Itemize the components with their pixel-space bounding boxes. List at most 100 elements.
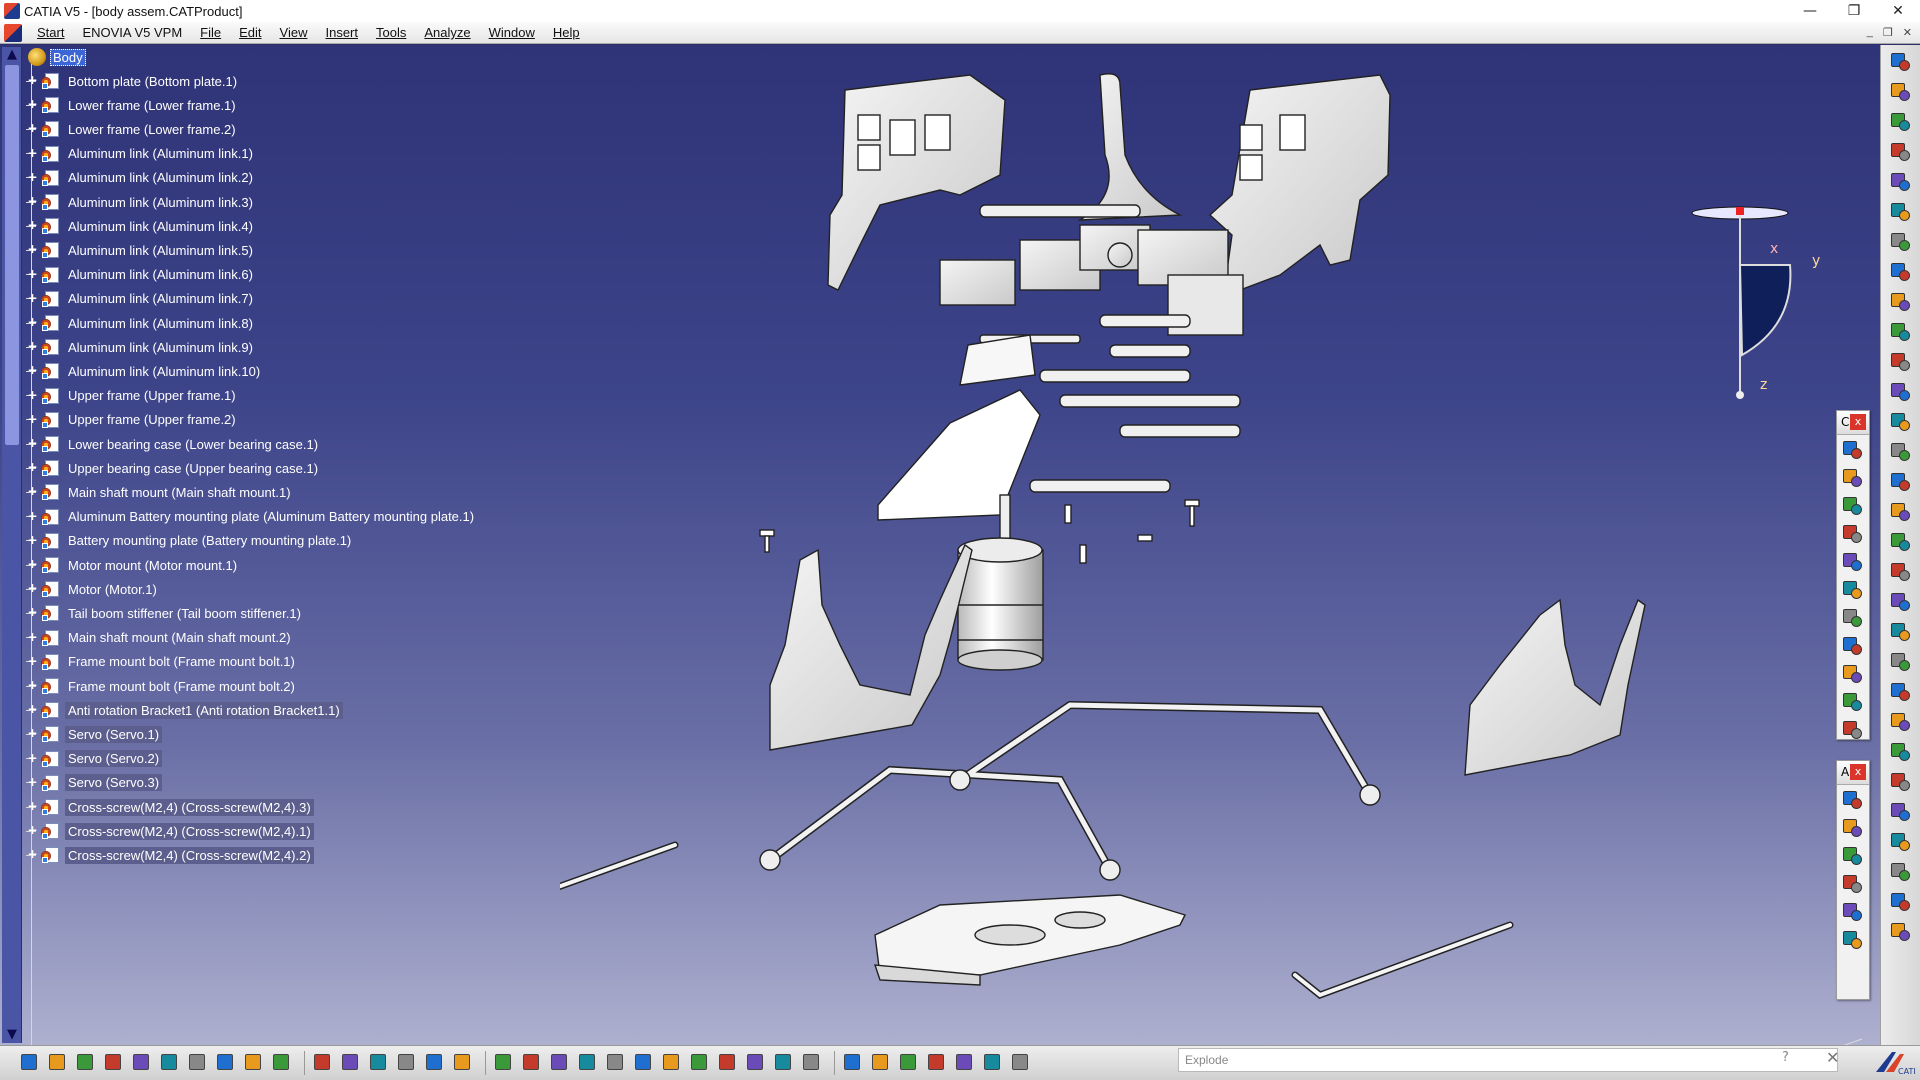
tree-node-label[interactable]: Upper frame (Upper frame.2) <box>65 411 239 428</box>
tree-view-icon[interactable] <box>423 1051 447 1075</box>
pen-icon[interactable] <box>953 1051 977 1075</box>
expand-plus-icon[interactable]: + <box>27 340 38 352</box>
shield-icon[interactable] <box>1840 899 1866 925</box>
angle-icon[interactable] <box>1888 289 1914 315</box>
expand-plus-icon[interactable]: + <box>27 171 38 183</box>
speech-icon[interactable] <box>339 1051 363 1075</box>
tree-node-label[interactable]: Aluminum link (Aluminum link.4) <box>65 218 256 235</box>
expand-plus-icon[interactable]: + <box>27 558 38 570</box>
tree-node-label[interactable]: Servo (Servo.3) <box>65 774 163 792</box>
chain-icon[interactable] <box>1840 633 1866 659</box>
tree-node[interactable]: + Battery mounting plate (Battery mountin… <box>26 530 354 552</box>
tree-root[interactable]: Body <box>28 48 86 66</box>
tree-node[interactable]: + Frame mount bolt (Frame mount bolt.2) <box>26 675 298 697</box>
replace-icon[interactable] <box>1888 589 1914 615</box>
expand-plus-icon[interactable]: + <box>27 510 38 522</box>
pencil-icon[interactable] <box>1840 521 1866 547</box>
zoom-out-icon[interactable] <box>632 1051 656 1075</box>
menu-tools[interactable]: Tools <box>367 25 415 40</box>
copy-icon[interactable] <box>158 1051 182 1075</box>
expand-plus-icon[interactable]: + <box>27 243 38 255</box>
bom-icon[interactable] <box>897 1051 921 1075</box>
expand-plus-icon[interactable]: + <box>27 800 38 812</box>
tree-node-label[interactable]: Battery mounting plate (Battery mounting… <box>65 532 354 549</box>
scroll-thumb[interactable] <box>5 65 19 445</box>
constraint-icon[interactable] <box>1888 169 1914 195</box>
offset-icon[interactable] <box>1888 259 1914 285</box>
expand-plus-icon[interactable]: + <box>27 776 38 788</box>
tree-node-label[interactable]: Aluminum link (Aluminum link.10) <box>65 363 263 380</box>
hide-show-icon[interactable] <box>744 1051 768 1075</box>
fit-all-icon[interactable] <box>520 1051 544 1075</box>
numbering-icon[interactable] <box>1888 649 1914 675</box>
expand-plus-icon[interactable]: + <box>27 195 38 207</box>
tree-node-label[interactable]: Cross-screw(M2,4) (Cross-screw(M2,4).2) <box>65 846 314 864</box>
paste-icon[interactable] <box>186 1051 210 1075</box>
swap-icon[interactable] <box>772 1051 796 1075</box>
tree-node-label[interactable]: Upper bearing case (Upper bearing case.1… <box>65 460 321 477</box>
weight-icon[interactable] <box>925 1051 949 1075</box>
frame-icon[interactable] <box>1840 605 1866 631</box>
tree-node-label[interactable]: Servo (Servo.1) <box>65 725 163 743</box>
zoom-in-icon[interactable] <box>604 1051 628 1075</box>
motor-mount[interactable] <box>959 334 1036 386</box>
formula-icon[interactable] <box>311 1051 335 1075</box>
menu-insert[interactable]: Insert <box>316 25 367 40</box>
scroll-up-arrow-icon[interactable]: ▲ <box>4 47 20 63</box>
expand-plus-icon[interactable]: + <box>27 437 38 449</box>
menu-file[interactable]: File <box>191 25 230 40</box>
tree-node[interactable]: + Aluminum link (Aluminum link.9) <box>26 336 256 358</box>
anchor-icon[interactable] <box>1840 549 1866 575</box>
expand-plus-icon[interactable]: + <box>27 582 38 594</box>
tree-node-label[interactable]: Aluminum link (Aluminum link.1) <box>65 145 256 162</box>
menu-window[interactable]: Window <box>480 25 544 40</box>
cut-icon[interactable] <box>130 1051 154 1075</box>
tree-node-label[interactable]: Aluminum Battery mounting plate (Aluminu… <box>65 508 477 525</box>
tree-node-label[interactable]: Lower bearing case (Lower bearing case.1… <box>65 436 321 453</box>
redo-icon[interactable] <box>242 1051 266 1075</box>
expand-plus-icon[interactable]: + <box>27 727 38 739</box>
close-button[interactable]: ✕ <box>1876 0 1920 22</box>
catia-menu-logo-icon[interactable] <box>4 23 22 42</box>
analysis-icon[interactable] <box>1888 889 1914 915</box>
tree-node-label[interactable]: Cross-screw(M2,4) (Cross-screw(M2,4).3) <box>65 798 314 816</box>
servo-group[interactable] <box>939 224 1244 336</box>
expand-plus-icon[interactable]: + <box>27 268 38 280</box>
contact-icon[interactable] <box>1888 229 1914 255</box>
tree-node-label[interactable]: Aluminum link (Aluminum link.2) <box>65 169 256 186</box>
expand-plus-icon[interactable]: + <box>27 74 38 86</box>
refresh-icon[interactable] <box>1840 661 1866 687</box>
bottom-plate[interactable] <box>873 894 1186 986</box>
tree-node[interactable]: + Aluminum link (Aluminum link.5) <box>26 239 256 261</box>
tree-node-label[interactable]: Aluminum link (Aluminum link.3) <box>65 194 256 211</box>
component-icon[interactable] <box>1888 529 1914 555</box>
tree-node-label[interactable]: Anti rotation Bracket1 (Anti rotation Br… <box>65 701 343 719</box>
product-icon[interactable] <box>1888 499 1914 525</box>
tree-node-label[interactable]: Aluminum link (Aluminum link.9) <box>65 339 256 356</box>
expand-plus-icon[interactable]: + <box>27 703 38 715</box>
tree-node[interactable]: + Lower frame (Lower frame.1) <box>26 94 239 116</box>
menu-analyze[interactable]: Analyze <box>415 25 479 40</box>
print-icon[interactable] <box>102 1051 126 1075</box>
normal-view-icon[interactable] <box>660 1051 684 1075</box>
tree-node[interactable]: + Servo (Servo.1) <box>26 723 163 745</box>
expand-plus-icon[interactable]: + <box>27 848 38 860</box>
tree-root-label[interactable]: Body <box>50 48 86 66</box>
expand-plus-icon[interactable]: + <box>27 679 38 691</box>
prompt-close-icon[interactable]: ✕ <box>1826 1048 1839 1067</box>
tree-node-label[interactable]: Bottom plate (Bottom plate.1) <box>65 73 240 90</box>
tree-node[interactable]: + Cross-screw(M2,4) (Cross-screw(M2,4).2) <box>26 844 314 866</box>
render-icon[interactable] <box>1009 1051 1033 1075</box>
expand-plus-icon[interactable]: + <box>27 534 38 546</box>
restore-button[interactable]: ❐ <box>1832 0 1876 22</box>
expand-plus-icon[interactable]: + <box>27 219 38 231</box>
capture-icon[interactable] <box>1840 871 1866 897</box>
new-icon[interactable] <box>18 1051 42 1075</box>
zoom-move-icon[interactable] <box>548 1051 572 1075</box>
reorder-icon[interactable] <box>1888 619 1914 645</box>
expand-plus-icon[interactable]: + <box>27 606 38 618</box>
battery-mounting-plate[interactable] <box>877 389 1041 521</box>
multi-icon[interactable] <box>1888 679 1914 705</box>
text-icon[interactable] <box>1840 815 1866 841</box>
macro-icon[interactable] <box>367 1051 391 1075</box>
